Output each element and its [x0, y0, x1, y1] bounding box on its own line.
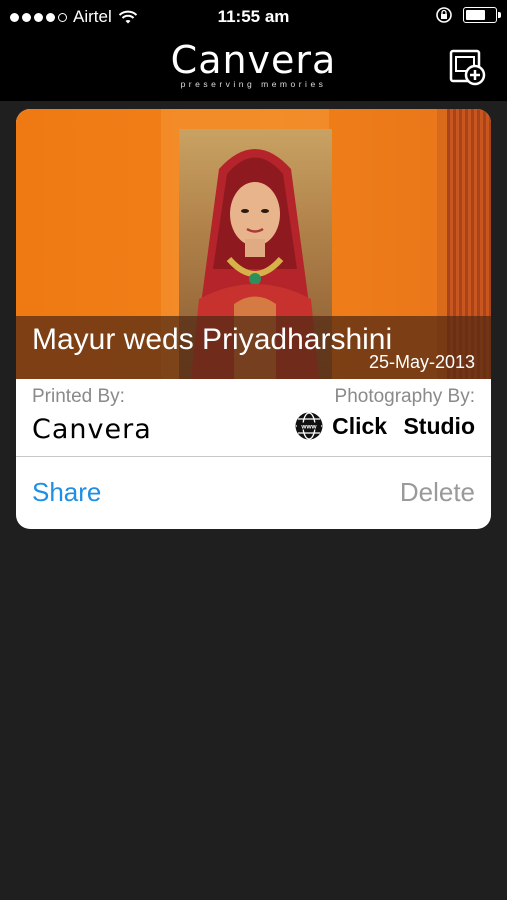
album-date: 25-May-2013: [368, 352, 475, 372]
album-title: Mayur weds Priyadharshini: [32, 323, 393, 356]
studio-credit: www Click Studio: [294, 411, 475, 441]
navigation-bar: Canvera preserving memories: [0, 34, 507, 101]
photography-by-label: Photography By:: [334, 386, 475, 407]
album-actions: Share Delete: [16, 457, 491, 529]
battery-icon: [463, 7, 501, 23]
status-right-group: [435, 6, 501, 24]
printed-by-label: Printed By:: [32, 386, 125, 407]
album-card[interactable]: Mayur weds Priyadharshini 25-May-2013 Pr…: [16, 109, 491, 529]
add-album-button[interactable]: [447, 47, 487, 87]
status-time: 11:55 am: [217, 7, 290, 26]
add-album-icon: [449, 49, 486, 86]
svg-text:www: www: [301, 424, 318, 431]
globe-icon: www: [295, 412, 323, 440]
album-caption: Mayur weds Priyadharshini 25-May-2013: [16, 316, 491, 379]
rotation-lock-icon: [436, 7, 452, 23]
status-bar: Airtel 11:55 am: [0, 0, 507, 34]
canvera-logo: Canvera preserving memories: [0, 40, 507, 89]
studio-name: Click Studio: [332, 412, 475, 439]
delete-button[interactable]: Delete: [400, 477, 475, 508]
share-button[interactable]: Share: [32, 477, 101, 508]
album-cover[interactable]: Mayur weds Priyadharshini 25-May-2013: [16, 109, 491, 379]
logo-tagline: preserving memories: [180, 79, 327, 89]
logo-text: Canvera: [170, 38, 337, 82]
album-credits: Printed By: Photography By: Canvera www …: [16, 379, 491, 457]
printer-logo: Canvera: [32, 414, 152, 445]
